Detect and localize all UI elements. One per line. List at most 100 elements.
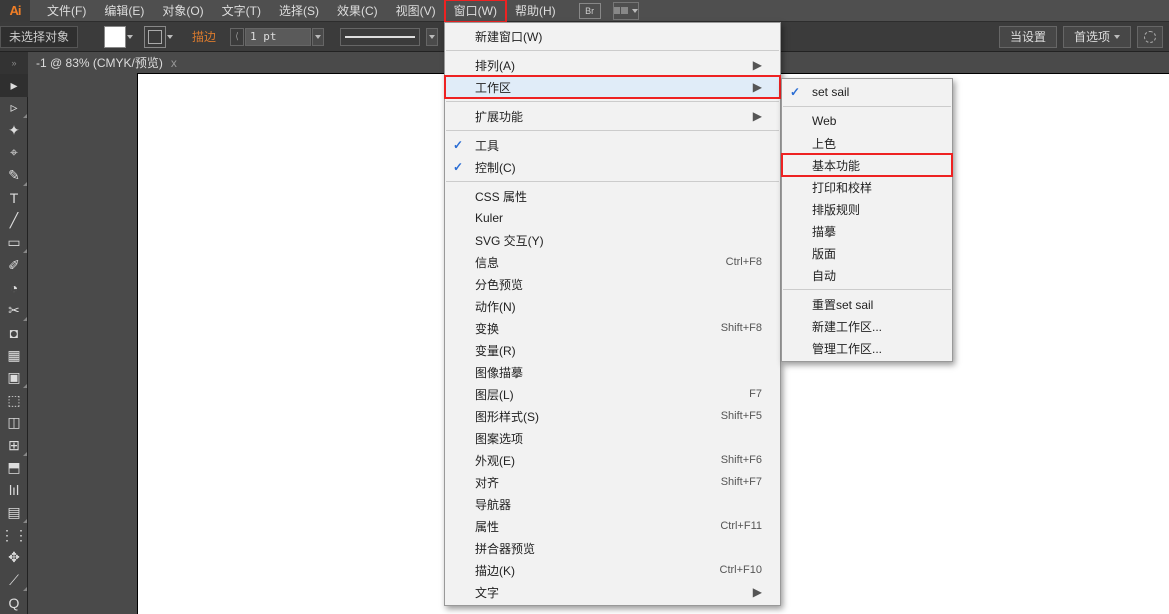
check-icon: ✓ (453, 160, 463, 174)
window-menu-separator (446, 101, 779, 102)
shortcut-label: Ctrl+F11 (690, 520, 762, 532)
document-tab[interactable]: -1 @ 83% (CMYK/预览) x (28, 52, 187, 74)
shortcut-label: Shift+F7 (691, 476, 762, 488)
tool-8[interactable]: ✐ (0, 254, 28, 277)
tool-21[interactable]: ✥ (0, 547, 28, 570)
window-menu-item-17[interactable]: 变量(R) (445, 339, 780, 361)
tool-4[interactable]: ✎ (0, 164, 28, 187)
tool-10[interactable]: ✂ (0, 299, 28, 322)
tool-16[interactable]: ⊞ (0, 434, 28, 457)
workspace-menu-item-11[interactable]: 重置set sail (782, 293, 952, 315)
arrange-documents-icon[interactable] (613, 2, 639, 20)
window-menu-item-19[interactable]: 图层(L)F7 (445, 383, 780, 405)
menu-window[interactable]: 窗口(W) (445, 0, 506, 22)
menu-edit[interactable]: 编辑(E) (95, 0, 153, 22)
tool-2[interactable]: ✦ (0, 119, 28, 142)
tool-3[interactable]: ⌖ (0, 142, 28, 165)
fill-swatch[interactable] (104, 26, 126, 48)
workspace-menu-item-12[interactable]: 新建工作区... (782, 315, 952, 337)
menu-help[interactable]: 帮助(H) (506, 0, 565, 22)
tool-17[interactable]: ⬒ (0, 457, 28, 480)
workspace-menu-item-label: set sail (812, 85, 849, 99)
window-menu-item-8[interactable]: ✓控制(C) (445, 156, 780, 178)
tool-19[interactable]: ▤ (0, 502, 28, 525)
close-tab-icon[interactable]: x (171, 56, 177, 70)
window-menu-item-5[interactable]: 扩展功能▶ (445, 105, 780, 127)
stroke-profile-dropdown[interactable] (426, 28, 438, 46)
workspace-menu-item-label: 管理工作区... (812, 340, 882, 357)
tool-0[interactable]: ▸ (0, 74, 28, 97)
shortcut-label: Ctrl+F10 (690, 564, 763, 576)
workspace-menu-item-3[interactable]: 上色 (782, 132, 952, 154)
window-menu-item-27[interactable]: 描边(K)Ctrl+F10 (445, 559, 780, 581)
tool-18[interactable]: lıl (0, 479, 28, 502)
window-menu-item-25[interactable]: 属性Ctrl+F11 (445, 515, 780, 537)
stroke-swatch[interactable] (144, 26, 166, 48)
window-menu-item-10[interactable]: CSS 属性 (445, 185, 780, 207)
window-menu-item-13[interactable]: 信息Ctrl+F8 (445, 251, 780, 273)
tool-1[interactable]: ▹ (0, 97, 28, 120)
tool-14[interactable]: ⬚ (0, 389, 28, 412)
workspace-menu-item-4[interactable]: 基本功能 (782, 154, 952, 176)
window-menu-item-11[interactable]: Kuler (445, 207, 780, 229)
workspace-menu-item-2[interactable]: Web (782, 110, 952, 132)
tool-22[interactable]: ⟋ (0, 569, 28, 592)
workspace-menu-item-6[interactable]: 排版规则 (782, 198, 952, 220)
tools-panel: ▸▹✦⌖✎T╱▭✐◔✂◘▦▣⬚◫⊞⬒lıl▤⋮⋮✥⟋Q (0, 74, 28, 614)
window-menu-item-21[interactable]: 图案选项 (445, 427, 780, 449)
window-menu-item-2[interactable]: 排列(A)▶ (445, 54, 780, 76)
workspace-menu-item-5[interactable]: 打印和校样 (782, 176, 952, 198)
window-menu-item-14[interactable]: 分色预览 (445, 273, 780, 295)
stroke-weight-dropdown[interactable] (312, 28, 324, 46)
shortcut-label: Shift+F6 (691, 454, 762, 466)
workspace-menu-item-label: Web (812, 114, 836, 128)
tool-11[interactable]: ◘ (0, 322, 28, 345)
workspace-menu-separator (783, 106, 951, 107)
tool-6[interactable]: ╱ (0, 209, 28, 232)
document-setup-button[interactable]: 当设置 (999, 26, 1057, 48)
window-menu-item-23[interactable]: 对齐Shift+F7 (445, 471, 780, 493)
window-menu-item-18[interactable]: 图像描摹 (445, 361, 780, 383)
document-tab-title: -1 @ 83% (CMYK/预览) (36, 54, 163, 71)
menu-select[interactable]: 选择(S) (270, 0, 328, 22)
window-menu-item-7[interactable]: ✓工具 (445, 134, 780, 156)
menu-file[interactable]: 文件(F) (38, 0, 95, 22)
stroke-weight[interactable]: ⟨ 1 pt (230, 28, 324, 46)
window-menu-item-15[interactable]: 动作(N) (445, 295, 780, 317)
tool-15[interactable]: ◫ (0, 412, 28, 435)
tool-9[interactable]: ◔ (0, 277, 28, 300)
window-menu-item-22[interactable]: 外观(E)Shift+F6 (445, 449, 780, 471)
window-menu-item-28[interactable]: 文字▶ (445, 581, 780, 603)
workspace-menu-item-9[interactable]: 自动 (782, 264, 952, 286)
stroke-profile[interactable] (340, 28, 420, 46)
tool-12[interactable]: ▦ (0, 344, 28, 367)
tool-23[interactable]: Q (0, 592, 28, 614)
bridge-icon[interactable]: Br (579, 3, 601, 19)
workspace-menu-item-13[interactable]: 管理工作区... (782, 337, 952, 359)
stroke-weight-input[interactable]: 1 pt (245, 28, 311, 46)
menu-type[interactable]: 文字(T) (213, 0, 270, 22)
tool-5[interactable]: T (0, 187, 28, 210)
tool-20[interactable]: ⋮⋮ (0, 524, 28, 547)
menu-effect[interactable]: 效果(C) (328, 0, 387, 22)
tool-13[interactable]: ▣ (0, 367, 28, 390)
control-menu-icon[interactable] (1137, 26, 1163, 48)
window-menu-item-16[interactable]: 变换Shift+F8 (445, 317, 780, 339)
menu-object[interactable]: 对象(O) (153, 0, 212, 22)
menu-view[interactable]: 视图(V) (387, 0, 445, 22)
window-menu-item-0[interactable]: 新建窗口(W) (445, 25, 780, 47)
window-menu-item-12[interactable]: SVG 交互(Y) (445, 229, 780, 251)
window-menu-item-20[interactable]: 图形样式(S)Shift+F5 (445, 405, 780, 427)
workspace-menu-item-0[interactable]: ✓set sail (782, 81, 952, 103)
tab-expand-icon[interactable]: » (0, 52, 28, 74)
window-menu-item-26[interactable]: 拼合器预览 (445, 537, 780, 559)
preferences-button[interactable]: 首选项 (1063, 26, 1131, 48)
app-logo: Ai (0, 0, 30, 22)
workspace-menu-item-8[interactable]: 版面 (782, 242, 952, 264)
tool-7[interactable]: ▭ (0, 232, 28, 255)
stroke-link-icon[interactable]: ⟨ (230, 28, 244, 46)
window-menu-item-3[interactable]: 工作区▶ (445, 76, 780, 98)
window-menu-item-24[interactable]: 导航器 (445, 493, 780, 515)
workspace-menu-item-7[interactable]: 描摹 (782, 220, 952, 242)
shortcut-label: Shift+F8 (691, 322, 762, 334)
